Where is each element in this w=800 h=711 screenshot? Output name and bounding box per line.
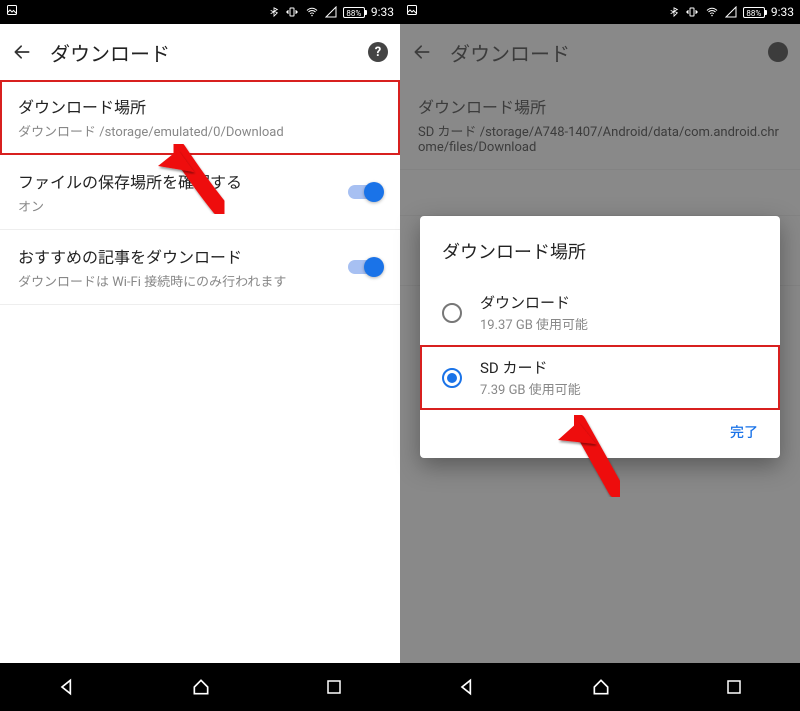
wifi-icon — [305, 6, 319, 18]
toggle-switch[interactable] — [348, 185, 382, 199]
location-path: /storage/emulated/0/Download — [99, 125, 283, 140]
row-title: おすすめの記事をダウンロード — [18, 244, 336, 268]
page-title: ダウンロード — [50, 38, 350, 67]
location-type: ダウンロード — [18, 125, 99, 140]
nav-home-icon[interactable] — [191, 677, 211, 697]
help-icon[interactable]: ? — [368, 42, 388, 62]
dialog-title: ダウンロード場所 — [420, 238, 780, 280]
row-subtitle: オン — [18, 196, 336, 215]
dialog-option-sdcard[interactable]: SD カード 7.39 GB 使用可能 — [420, 345, 780, 410]
option-subtitle: 19.37 GB 使用可能 — [480, 314, 588, 333]
nav-back-icon[interactable] — [457, 677, 477, 697]
bluetooth-icon — [269, 5, 279, 19]
row-title: ファイルの保存場所を確認する — [18, 169, 336, 193]
settings-list: ダウンロード場所 ダウンロード /storage/emulated/0/Down… — [0, 80, 400, 663]
clock: 9:33 — [771, 5, 794, 19]
option-title: SD カード — [480, 357, 581, 378]
vibrate-icon — [285, 6, 299, 18]
image-icon — [406, 4, 418, 16]
wifi-icon — [705, 6, 719, 18]
screen-left: 88% 9:33 ダウンロード ? ダウンロード場所 ダウンロード /stora… — [0, 0, 400, 711]
recommend-articles-row[interactable]: おすすめの記事をダウンロード ダウンロードは Wi-Fi 接続時にのみ行われます — [0, 230, 400, 305]
image-icon — [6, 4, 18, 16]
vibrate-icon — [685, 6, 699, 18]
nav-bar — [0, 663, 400, 711]
header: ダウンロード ? — [0, 24, 400, 80]
toggle-switch[interactable] — [348, 260, 382, 274]
battery-icon: 88% — [343, 7, 365, 18]
nav-recent-icon[interactable] — [325, 678, 343, 696]
nav-bar — [400, 663, 800, 711]
download-location-dialog: ダウンロード場所 ダウンロード 19.37 GB 使用可能 SD カード 7.3… — [420, 216, 780, 458]
nav-recent-icon[interactable] — [725, 678, 743, 696]
battery-icon: 88% — [743, 7, 765, 18]
option-title: ダウンロード — [480, 292, 588, 313]
status-bar: 88% 9:33 — [400, 0, 800, 24]
dialog-option-downloads[interactable]: ダウンロード 19.37 GB 使用可能 — [420, 280, 780, 345]
signal-icon — [725, 6, 737, 18]
done-button[interactable]: 完了 — [730, 425, 758, 441]
row-subtitle: ダウンロード /storage/emulated/0/Download — [18, 121, 382, 140]
status-bar: 88% 9:33 — [0, 0, 400, 24]
nav-back-icon[interactable] — [57, 677, 77, 697]
bluetooth-icon — [669, 5, 679, 19]
download-location-row[interactable]: ダウンロード場所 ダウンロード /storage/emulated/0/Down… — [0, 80, 400, 155]
option-subtitle: 7.39 GB 使用可能 — [480, 379, 581, 398]
row-subtitle: ダウンロードは Wi-Fi 接続時にのみ行われます — [18, 271, 336, 290]
radio-selected-icon[interactable] — [442, 368, 462, 388]
row-title: ダウンロード場所 — [18, 94, 382, 118]
signal-icon — [325, 6, 337, 18]
clock: 9:33 — [371, 5, 394, 19]
nav-home-icon[interactable] — [591, 677, 611, 697]
confirm-location-row[interactable]: ファイルの保存場所を確認する オン — [0, 155, 400, 230]
screen-right: 88% 9:33 ダウンロード ? ダウンロード場所 SD カード /stora… — [400, 0, 800, 711]
radio-unselected-icon[interactable] — [442, 303, 462, 323]
back-icon[interactable] — [12, 42, 32, 62]
